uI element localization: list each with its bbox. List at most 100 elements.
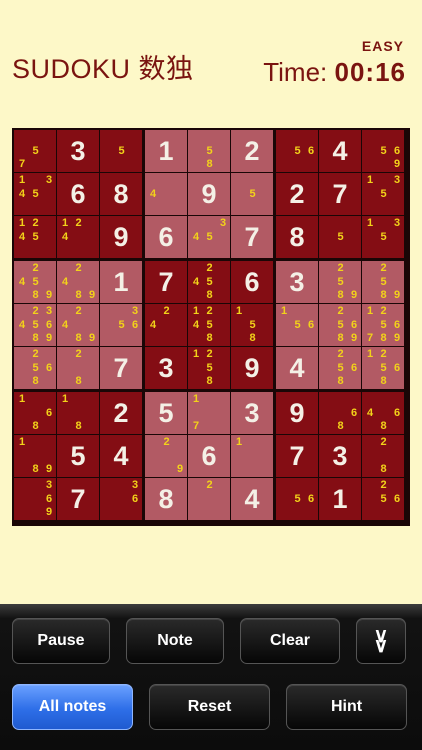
pencil-note: 8 [206,375,213,387]
cell-r1c3[interactable]: 5 [100,130,142,172]
cell-r8c4[interactable]: 29 [145,435,187,477]
cell-r7c1[interactable]: 1 68 [14,392,56,434]
cell-r8c6[interactable]: 1 [231,435,273,477]
cell-r8c2[interactable]: 5 [57,435,99,477]
pause-button[interactable]: Pause [12,618,110,664]
cell-r6c8[interactable]: 2568 [319,347,361,389]
cell-r2c9[interactable]: 1 35 [362,173,404,215]
cell-r7c8[interactable]: 68 [319,392,361,434]
cell-r1c2[interactable]: 3 [57,130,99,172]
cell-r9c7[interactable]: 56 [276,478,318,520]
cell-r7c3[interactable]: 2 [100,392,142,434]
cell-r9c6[interactable]: 4 [231,478,273,520]
cell-r8c9[interactable]: 28 [362,435,404,477]
all-notes-button[interactable]: All notes [12,684,133,730]
cell-r1c8[interactable]: 4 [319,130,361,172]
cell-r2c4[interactable]: 4 [145,173,187,215]
pencil-note: 2 [163,436,170,448]
pencil-note: 2 [337,348,344,360]
cell-r5c4[interactable]: 24 [145,304,187,346]
cell-r5c2[interactable]: 2489 [57,304,99,346]
cell-r4c4[interactable]: 7 [145,261,187,303]
cell-r6c5[interactable]: 1258 [188,347,230,389]
cell-r8c7[interactable]: 7 [276,435,318,477]
cell-r6c7[interactable]: 4 [276,347,318,389]
cell-r4c3[interactable]: 1 [100,261,142,303]
cell-r5c5[interactable]: 12458 [188,304,230,346]
pencil-note: 3 [45,305,53,317]
cell-r9c1[interactable]: 369 [14,478,56,520]
cell-r4c6[interactable]: 6 [231,261,273,303]
cell-r4c7[interactable]: 3 [276,261,318,303]
cell-r2c2[interactable]: 6 [57,173,99,215]
cell-r1c1[interactable]: 57 [14,130,56,172]
pencil-note: 8 [32,289,39,301]
cell-r7c9[interactable]: 4 68 [362,392,404,434]
cell-r5c9[interactable]: 1256 789 [362,304,404,346]
cell-r4c1[interactable]: 24589 [14,261,56,303]
cell-r4c8[interactable]: 2589 [319,261,361,303]
cell-r2c1[interactable]: 1 3 45 [14,173,56,215]
cell-r7c6[interactable]: 3 [231,392,273,434]
cell-r8c1[interactable]: 1 89 [14,435,56,477]
cell-r2c3[interactable]: 8 [100,173,142,215]
cell-r1c6[interactable]: 2 [231,130,273,172]
cell-r8c5[interactable]: 6 [188,435,230,477]
pencil-note: 5 [380,492,387,505]
cell-r7c2[interactable]: 18 [57,392,99,434]
cell-r6c6[interactable]: 9 [231,347,273,389]
cell-value: 6 [70,178,86,209]
cell-r3c2[interactable]: 124 [57,216,99,258]
cell-r3c3[interactable]: 9 [100,216,142,258]
cell-r6c1[interactable]: 2568 [14,347,56,389]
hint-button[interactable]: Hint [286,684,407,730]
cell-r3c1[interactable]: 1245 [14,216,56,258]
cell-r5c6[interactable]: 158 [231,304,273,346]
cell-r9c2[interactable]: 7 [57,478,99,520]
cell-r4c2[interactable]: 2489 [57,261,99,303]
cell-r3c4[interactable]: 6 [145,216,187,258]
cell-r2c6[interactable]: 5 [231,173,273,215]
cell-r3c7[interactable]: 8 [276,216,318,258]
cell-r2c7[interactable]: 2 [276,173,318,215]
cell-r3c9[interactable]: 1 35 [362,216,404,258]
cell-r1c4[interactable]: 1 [145,130,187,172]
cell-r9c4[interactable]: 8 [145,478,187,520]
cell-r5c1[interactable]: 23 45689 [14,304,56,346]
cell-value: 7 [113,352,129,383]
cell-r1c9[interactable]: 569 [362,130,404,172]
cell-r1c5[interactable]: 58 [188,130,230,172]
cell-r3c8[interactable]: 5 [319,216,361,258]
cell-r5c3[interactable]: 356 [100,304,142,346]
cell-r9c8[interactable]: 1 [319,478,361,520]
cell-value: 5 [158,397,174,428]
cell-r3c6[interactable]: 7 [231,216,273,258]
cell-r9c3[interactable]: 36 [100,478,142,520]
cell-r6c3[interactable]: 7 [100,347,142,389]
pencil-note: 4 [192,230,200,243]
cell-r7c7[interactable]: 9 [276,392,318,434]
cell-r3c5[interactable]: 3 45 [188,216,230,258]
reset-button[interactable]: Reset [149,684,270,730]
cell-r4c5[interactable]: 2458 [188,261,230,303]
pencil-note: 2 [32,348,39,360]
cell-r5c7[interactable]: 156 [276,304,318,346]
cell-r8c8[interactable]: 3 [319,435,361,477]
cell-r4c9[interactable]: 2589 [362,261,404,303]
cell-r6c9[interactable]: 12568 [362,347,404,389]
pencil-note: 2 [337,305,344,317]
cell-r5c8[interactable]: 25689 [319,304,361,346]
cell-r9c9[interactable]: 256 [362,478,404,520]
cell-r6c4[interactable]: 3 [145,347,187,389]
collapse-button[interactable]: ∨ ∨ [356,618,406,664]
cell-r8c3[interactable]: 4 [100,435,142,477]
cell-r7c5[interactable]: 17 [188,392,230,434]
cell-r6c2[interactable]: 28 [57,347,99,389]
cell-r2c8[interactable]: 7 [319,173,361,215]
cell-r2c5[interactable]: 9 [188,173,230,215]
cell-r7c4[interactable]: 5 [145,392,187,434]
cell-r1c7[interactable]: 56 [276,130,318,172]
cell-r9c5[interactable]: 2 [188,478,230,520]
clear-button[interactable]: Clear [240,618,340,664]
note-button[interactable]: Note [126,618,224,664]
